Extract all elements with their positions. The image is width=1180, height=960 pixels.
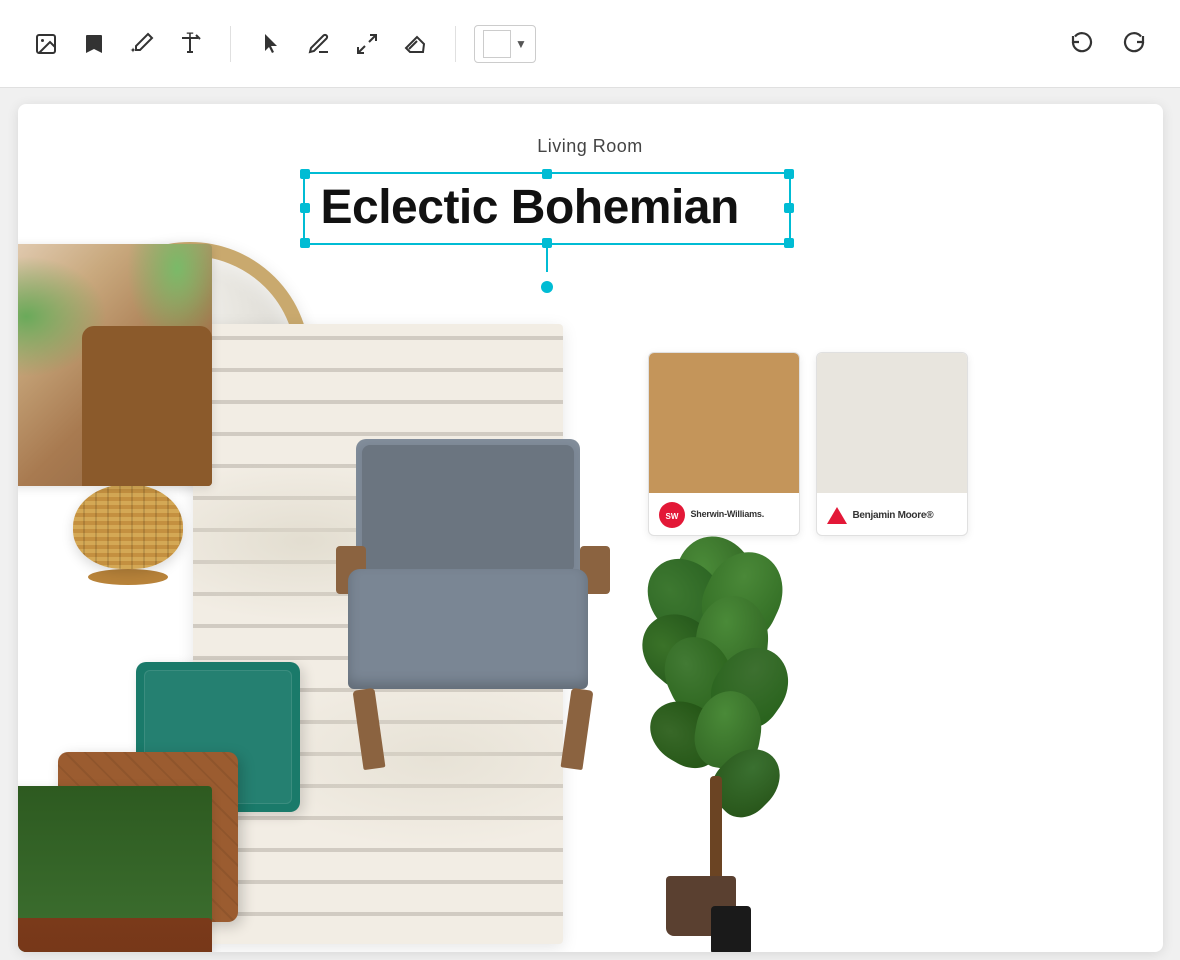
undo-icon — [1070, 32, 1094, 56]
svg-text:T: T — [187, 32, 194, 43]
bm-color-block — [817, 353, 967, 493]
resize-icon — [355, 32, 379, 56]
svg-text:SW: SW — [665, 512, 678, 521]
plant-pot-right — [711, 906, 751, 952]
fiddle-leaf-plant — [636, 536, 796, 952]
text-tool-button[interactable]: T — [168, 22, 212, 66]
bookmark-icon — [82, 32, 106, 56]
chair-leg-front-right — [560, 688, 593, 770]
brush-icon — [130, 32, 154, 56]
accent-chair — [328, 419, 618, 769]
image-icon — [34, 32, 58, 56]
bm-logo-triangle — [827, 507, 847, 524]
resize-handle-br[interactable] — [784, 238, 794, 248]
benjamin-moore-swatch[interactable]: Benjamin Moore® — [816, 352, 968, 536]
chair-seat — [348, 569, 588, 689]
chevron-down-icon: ▼ — [515, 37, 527, 51]
rattan-base — [88, 569, 168, 585]
bookmark-tool-button[interactable] — [72, 22, 116, 66]
headline-text-box[interactable]: Eclectic Bohemian — [303, 172, 791, 245]
redo-button[interactable] — [1112, 22, 1156, 66]
eraser-icon — [403, 32, 427, 56]
rattan-basket — [73, 484, 183, 584]
text-icon: T — [178, 32, 202, 56]
sw-color-block — [649, 353, 799, 493]
eraser-tool-button[interactable] — [393, 22, 437, 66]
sw-logo: SW Sherwin-Williams. — [649, 493, 799, 536]
room-label: Living Room — [18, 136, 1163, 157]
resize-tool-button[interactable] — [345, 22, 389, 66]
headline-text: Eclectic Bohemian — [321, 181, 739, 234]
undo-redo-group — [1060, 22, 1156, 66]
image-tool-button[interactable] — [24, 22, 68, 66]
resize-handle-tl[interactable] — [300, 169, 310, 179]
tool-group-media: T — [24, 22, 212, 66]
bm-brand-name: Benjamin Moore® — [853, 510, 934, 521]
rattan-body — [73, 484, 183, 569]
color-picker-button[interactable]: ▼ — [474, 25, 536, 63]
resize-handle-lm[interactable] — [300, 203, 310, 213]
color-swatch — [483, 30, 511, 58]
chair-leg-front-left — [352, 688, 385, 770]
resize-handle-bm[interactable] — [542, 238, 552, 248]
toolbar-divider-1 — [230, 26, 231, 62]
toolbar-divider-2 — [455, 26, 456, 62]
room-inspiration-photo — [18, 244, 212, 486]
resize-handle-tr[interactable] — [784, 169, 794, 179]
select-tool-button[interactable] — [249, 22, 293, 66]
undo-button[interactable] — [1060, 22, 1104, 66]
resize-handle-bl[interactable] — [300, 238, 310, 248]
chair-back — [356, 439, 580, 579]
resize-handle-tm[interactable] — [542, 169, 552, 179]
sw-logo-circle: SW — [659, 502, 685, 528]
resize-handle-rm[interactable] — [784, 203, 794, 213]
pen-tool-button[interactable] — [297, 22, 341, 66]
sherwin-williams-swatch[interactable]: SW Sherwin-Williams. — [648, 352, 800, 536]
design-canvas: Living Room Eclectic Bohemian — [18, 104, 1163, 952]
redo-icon — [1122, 32, 1146, 56]
anchor-line — [546, 248, 548, 272]
brush-tool-button[interactable] — [120, 22, 164, 66]
pen-icon — [307, 32, 331, 56]
anchor-dot[interactable] — [541, 281, 553, 293]
tool-group-drawing — [249, 22, 437, 66]
bm-logo: Benjamin Moore® — [817, 493, 967, 536]
toolbar: T — [0, 0, 1180, 88]
select-icon — [259, 32, 283, 56]
coffee-table-photo — [18, 786, 212, 952]
sw-brand-name: Sherwin-Williams. — [691, 510, 765, 520]
